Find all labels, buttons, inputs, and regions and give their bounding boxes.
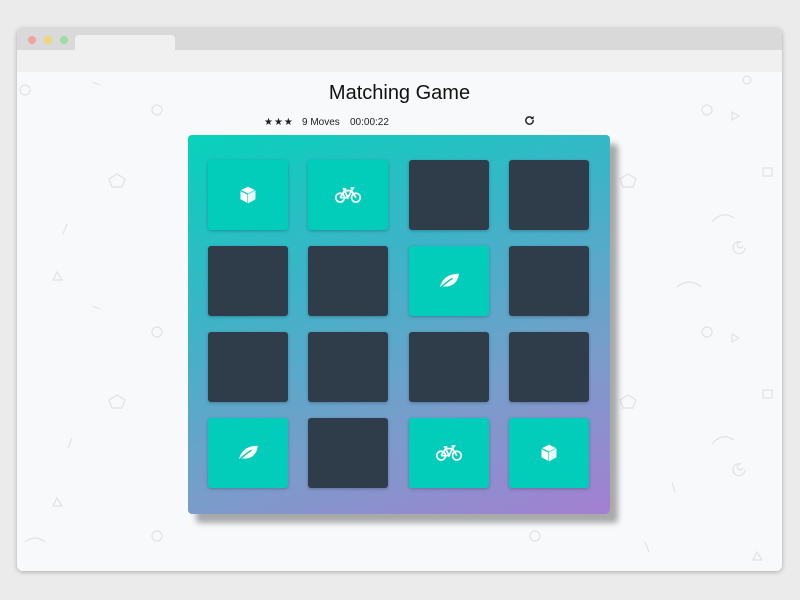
- card[interactable]: [208, 332, 288, 402]
- card[interactable]: [308, 160, 388, 230]
- score-panel: ★★★ 9 Moves 00:00:22: [264, 115, 554, 131]
- star-rating: ★★★: [264, 117, 294, 128]
- card[interactable]: [409, 418, 489, 488]
- card[interactable]: [208, 418, 288, 488]
- card[interactable]: [509, 418, 589, 488]
- address-bar[interactable]: [17, 50, 782, 73]
- maximize-window-icon[interactable]: [60, 36, 68, 44]
- card[interactable]: [509, 332, 589, 402]
- tab-bar: [17, 28, 782, 50]
- refresh-icon[interactable]: [524, 115, 535, 131]
- card[interactable]: [509, 160, 589, 230]
- card[interactable]: [409, 332, 489, 402]
- browser-tab[interactable]: [75, 35, 175, 50]
- card[interactable]: [308, 418, 388, 488]
- page-content: Matching Game ★★★ 9 Moves 00:00:22: [17, 72, 782, 571]
- card-deck: [188, 135, 610, 514]
- card[interactable]: [308, 332, 388, 402]
- card[interactable]: [509, 246, 589, 316]
- leaf-icon: [236, 444, 260, 462]
- moves-counter: 9 Moves: [302, 117, 340, 128]
- bicycle-icon: [334, 186, 362, 204]
- bicycle-icon: [435, 444, 463, 462]
- card[interactable]: [208, 160, 288, 230]
- card[interactable]: [409, 246, 489, 316]
- close-window-icon[interactable]: [28, 36, 36, 44]
- leaf-icon: [437, 272, 461, 290]
- card[interactable]: [208, 246, 288, 316]
- browser-window: Matching Game ★★★ 9 Moves 00:00:22: [17, 28, 782, 571]
- cube-icon: [538, 443, 560, 463]
- game-timer: 00:00:22: [350, 117, 389, 128]
- card[interactable]: [308, 246, 388, 316]
- page-title: Matching Game: [328, 82, 471, 104]
- cube-icon: [237, 185, 259, 205]
- minimize-window-icon[interactable]: [44, 36, 52, 44]
- card[interactable]: [409, 160, 489, 230]
